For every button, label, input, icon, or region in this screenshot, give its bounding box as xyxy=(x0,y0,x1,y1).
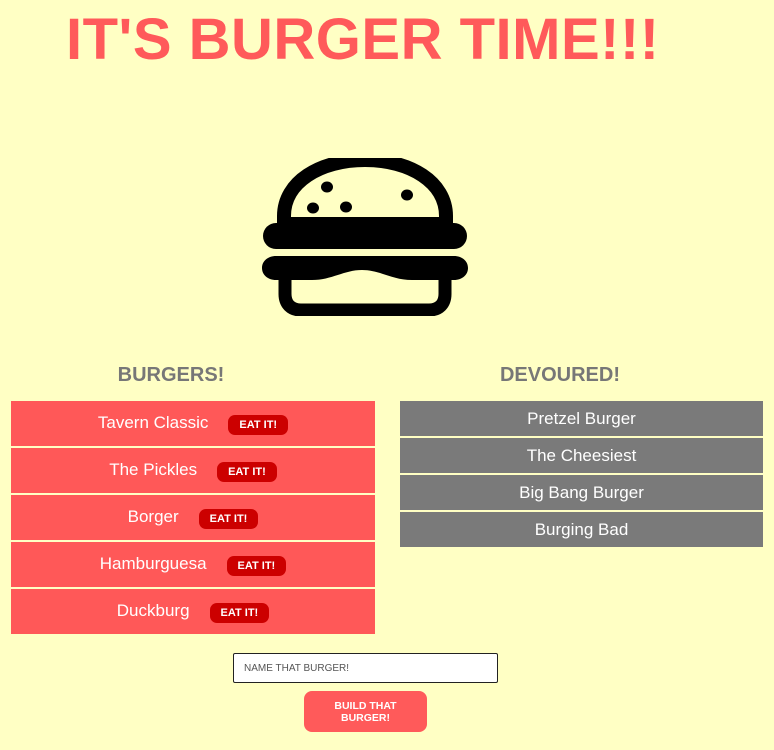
eat-it-button[interactable]: EAT IT! xyxy=(228,414,289,435)
eat-it-button[interactable]: EAT IT! xyxy=(209,602,270,623)
devoured-item: Pretzel Burger xyxy=(400,401,763,436)
burger-item: Borger EAT IT! xyxy=(11,495,375,540)
eat-it-button[interactable]: EAT IT! xyxy=(217,461,277,482)
burger-name: Hamburguesa xyxy=(99,553,207,573)
devoured-item: Big Bang Burger xyxy=(400,475,763,510)
burger-name: The Pickles xyxy=(109,459,198,479)
eat-it-button[interactable]: EAT IT! xyxy=(198,508,259,529)
devoured-item: Burging Bad xyxy=(400,512,763,547)
page-title: IT'S BURGER TIME!!! xyxy=(66,7,660,72)
devoured-heading: DEVOURED! xyxy=(499,364,620,386)
burger-name-input[interactable] xyxy=(233,653,498,683)
burger-item: Duckburg EAT IT! xyxy=(11,589,375,634)
devoured-list: Pretzel Burger The Cheesiest Big Bang Bu… xyxy=(400,401,763,549)
burger-name: Borger xyxy=(127,506,179,526)
eat-it-button[interactable]: EAT IT! xyxy=(226,555,287,576)
burger-item: Tavern Classic EAT IT! xyxy=(11,401,375,446)
build-burger-button[interactable]: BUILD THAT BURGER! xyxy=(304,691,427,732)
burger-item: Hamburguesa EAT IT! xyxy=(11,542,375,587)
burgers-heading: BURGERS! xyxy=(117,364,225,386)
burgers-list: Tavern Classic EAT IT! The Pickles EAT I… xyxy=(11,401,375,636)
devoured-item: The Cheesiest xyxy=(400,438,763,473)
burger-item: The Pickles EAT IT! xyxy=(11,448,375,493)
burger-icon xyxy=(262,158,468,316)
burger-name: Duckburg xyxy=(116,600,190,620)
burger-name: Tavern Classic xyxy=(97,412,209,432)
